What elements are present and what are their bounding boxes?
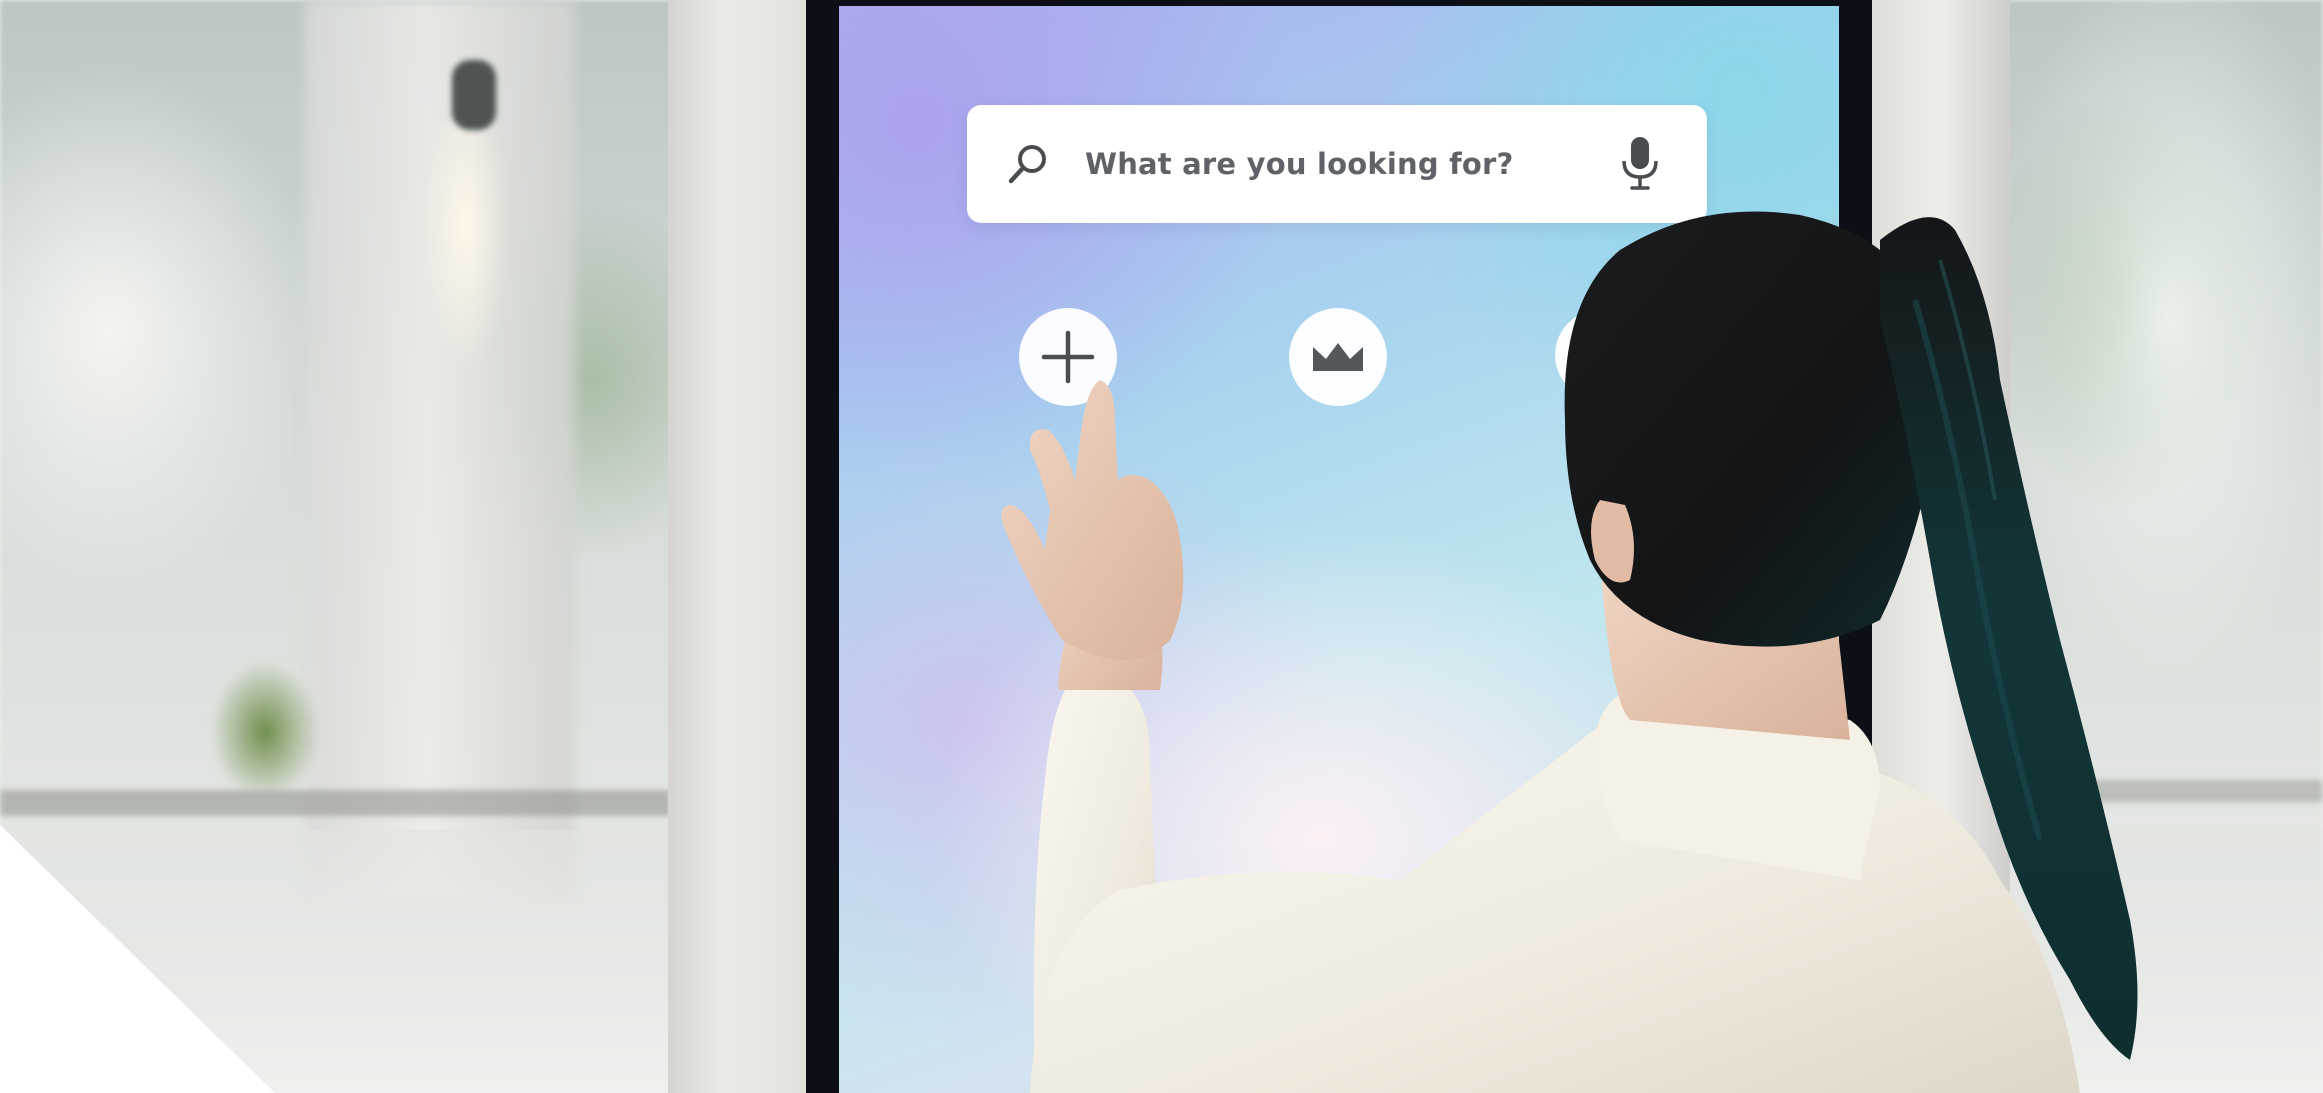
crown-button[interactable] — [1289, 308, 1387, 406]
microphone-icon[interactable] — [1617, 135, 1663, 193]
search-placeholder-text[interactable]: What are you looking for? — [1085, 147, 1617, 181]
wall-lamp-glow — [420, 120, 510, 380]
circle-icon — [1586, 341, 1614, 369]
kiosk-touchscreen[interactable]: What are you looking for? — [839, 6, 1839, 1093]
add-button[interactable] — [1019, 308, 1117, 406]
potted-plant — [210, 660, 320, 790]
kiosk-frame-right — [1870, 0, 2010, 1093]
background-railing — [0, 790, 670, 816]
search-bar[interactable]: What are you looking for? — [967, 105, 1707, 223]
wall-lamp — [452, 60, 496, 130]
kiosk-frame-left — [668, 0, 808, 1093]
crown-icon — [1313, 343, 1363, 371]
background-railing-right — [2090, 780, 2323, 802]
plus-icon — [1041, 330, 1095, 384]
photo-scene: What are you looking for? — [0, 0, 2323, 1093]
search-icon[interactable] — [1003, 139, 1053, 189]
partially-hidden-button[interactable] — [1555, 310, 1645, 400]
